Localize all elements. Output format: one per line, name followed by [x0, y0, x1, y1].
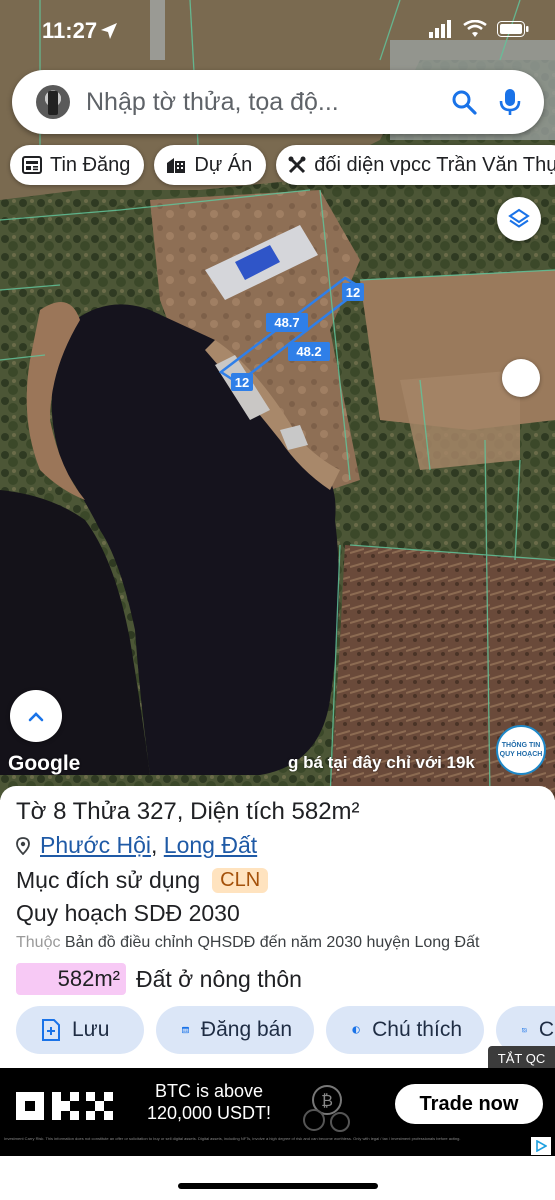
ad-headline: BTC is above 120,000 USDT! [144, 1080, 274, 1124]
parcel-title: Tờ 8 Thửa 327, Diện tích 582m² [16, 798, 360, 825]
chevron-up-icon [28, 712, 44, 722]
newspaper-icon [22, 156, 42, 174]
bitcoin-coin-icon: ₿ [303, 1085, 350, 1132]
status-bar: 11:27 [0, 0, 555, 60]
save-button-label: Lưu [72, 1018, 110, 1041]
land-purpose: Mục đích sử dụng CLN [16, 867, 269, 894]
app-screen: 12 48.7 48.2 12 11:27 Nhập tờ thửa, tọa … [0, 0, 555, 1200]
source-prefix: Thuộc [16, 934, 61, 951]
planning-badge-line2: QUY HOẠCH [499, 751, 543, 758]
location-arrow-icon [101, 23, 117, 39]
dimension-label-top: 12 [342, 283, 364, 301]
expand-button[interactable] [10, 690, 62, 742]
chip-label: Dự Án [194, 153, 253, 176]
layers-icon [508, 208, 530, 228]
planning-info-badge[interactable]: THÔNG TIN QUY HOẠCH [496, 725, 546, 775]
land-use-row: 582m² Đất ở nông thôn [16, 963, 302, 995]
adchoices-icon[interactable] [531, 1137, 551, 1155]
add-photo-icon [522, 1028, 527, 1033]
voice-search-button[interactable] [490, 82, 530, 122]
planning-badge-line1: THÔNG TIN [501, 742, 541, 749]
contrast-icon [352, 1026, 360, 1034]
purpose-label: Mục đích sử dụng [16, 867, 201, 893]
listing-icon [182, 1026, 189, 1034]
filter-chips: Tin Đăng Dự Án đối diện vpcc Trần Văn Th… [10, 145, 555, 187]
google-logo: Google [8, 752, 81, 775]
land-use-type: Đất ở nông thôn [136, 965, 302, 992]
play-triangle-icon [536, 1140, 547, 1152]
parcel-address: Phước Hội, Long Đất [16, 832, 257, 859]
chip-saved-location[interactable]: đối diện vpcc Trần Văn Thụ [276, 145, 555, 185]
battery-icon [497, 21, 529, 37]
planning-source: Thuộc Bản đồ điều chỉnh QHSDĐ đến năm 20… [16, 934, 479, 952]
chip-label: đối diện vpcc Trần Văn Thụ [314, 153, 555, 176]
district-link[interactable]: Long Đất [164, 832, 257, 858]
save-button[interactable]: Lưu [16, 1006, 144, 1054]
status-time: 11:27 [42, 18, 98, 43]
map-handle-button[interactable] [502, 359, 540, 397]
add-photo-label: C [538, 1018, 554, 1041]
ad-headline-line1: BTC is above [154, 1081, 264, 1101]
okx-logo [16, 1090, 120, 1122]
planning-title: Quy hoạch SDĐ 2030 [16, 900, 240, 926]
search-icon [452, 90, 477, 115]
search-button[interactable] [444, 82, 484, 122]
app-logo[interactable] [36, 85, 70, 119]
okx-logo-mark [16, 1092, 113, 1120]
legend-button-label: Chú thích [372, 1018, 462, 1041]
home-indicator[interactable] [178, 1183, 378, 1189]
chip-label: Tin Đăng [50, 153, 131, 176]
building-icon [167, 158, 186, 173]
ad-headline-line2: 120,000 USDT! [146, 1103, 272, 1123]
area-chip: 582m² [16, 963, 126, 995]
ad-disclaimer: Investment Carry Risk. This information … [4, 1136, 461, 1141]
svg-text:₿: ₿ [321, 1091, 333, 1110]
post-for-sale-label: Đăng bán [200, 1018, 292, 1041]
ad-banner[interactable]: BTC is above 120,000 USDT! ₿ Trade now I… [0, 1068, 555, 1156]
microphone-icon [499, 89, 521, 115]
search-input[interactable] [86, 87, 444, 117]
dimension-label-upper: 48.7 [266, 313, 308, 332]
promo-ticker: g bá tại đây chỉ với 19k [288, 753, 475, 772]
trade-now-button[interactable]: Trade now [395, 1084, 543, 1124]
chip-du-an[interactable]: Dự Án [154, 145, 267, 185]
legend-button[interactable]: Chú thích [326, 1006, 484, 1054]
address-separator: , [151, 832, 158, 858]
signal-icon [429, 20, 451, 38]
wifi-icon [463, 20, 487, 37]
status-icons [429, 20, 529, 38]
tools-icon [288, 156, 306, 174]
purpose-code-badge: CLN [212, 868, 269, 893]
ward-link[interactable]: Phước Hội [40, 832, 151, 858]
location-pin-icon [16, 836, 30, 855]
add-file-icon [42, 1019, 60, 1041]
search-bar[interactable] [12, 70, 544, 134]
action-buttons: Lưu Đăng bán Chú thích C [16, 1006, 555, 1054]
dimension-label-left: 12 [231, 373, 253, 391]
satellite-map[interactable]: 12 48.7 48.2 12 11:27 Nhập tờ thửa, tọa … [0, 0, 555, 800]
close-ad-button[interactable]: TẮT QC [488, 1046, 555, 1070]
chip-tin-dang[interactable]: Tin Đăng [10, 145, 145, 185]
layers-button[interactable] [497, 197, 541, 241]
dimension-label-lower: 48.2 [288, 342, 330, 361]
source-text: Bản đồ điều chỉnh QHSDĐ đến năm 2030 huy… [64, 934, 480, 951]
post-for-sale-button[interactable]: Đăng bán [156, 1006, 314, 1054]
